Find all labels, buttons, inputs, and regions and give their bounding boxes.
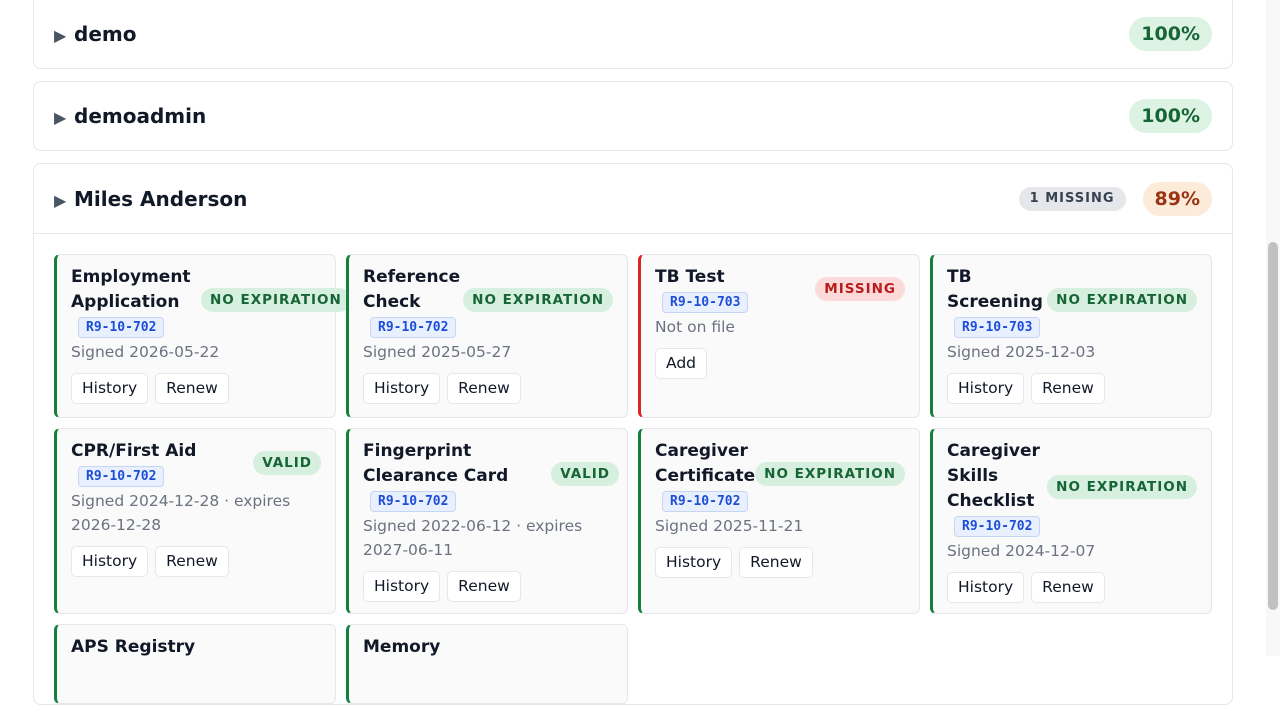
staff-name: demo — [74, 22, 137, 46]
staff-group-demoadmin: ▶ demoadmin 100% — [33, 81, 1233, 151]
staff-name: Miles Anderson — [74, 186, 248, 211]
document-title: TB Screening — [947, 267, 1043, 312]
document-title: TB Test — [655, 267, 725, 287]
add-button[interactable]: Add — [655, 348, 708, 379]
compliance-percent: 89% — [1142, 181, 1212, 216]
document-card-tb-test: TB Test R9-10-703 MISSING Not on file Ad… — [638, 254, 920, 418]
signed-date: Signed 2024-12-28 · expires 2026-12-28 — [71, 492, 291, 534]
document-card-fingerprint-clearance-card: Fingerprint Clearance Card R9-10-702 VAL… — [346, 428, 628, 614]
history-button[interactable]: History — [363, 373, 441, 404]
vertical-scrollbar[interactable] — [1266, 0, 1280, 656]
document-title: Memory — [363, 637, 441, 657]
history-button[interactable]: History — [71, 546, 149, 577]
renew-button[interactable]: Renew — [155, 373, 229, 404]
renew-button[interactable]: Renew — [447, 571, 521, 602]
history-button[interactable]: History — [655, 547, 733, 578]
document-card-caregiver-certificate: Caregiver Certificate R9-10-702 NO EXPIR… — [638, 428, 920, 614]
expand-caret-icon: ▶ — [54, 190, 67, 210]
regulation-code: R9-10-702 — [954, 516, 1041, 537]
regulation-code: R9-10-703 — [662, 292, 749, 313]
document-card-aps-registry: APS Registry — [54, 624, 336, 704]
regulation-code: R9-10-702 — [662, 491, 749, 512]
document-card-employment-application: Employment Application R9-10-702 NO EXPI… — [54, 254, 351, 418]
document-card-reference-check: Reference Check R9-10-702 NO EXPIRATION … — [346, 254, 628, 418]
status-badge: NO EXPIRATION — [463, 288, 613, 312]
regulation-code: R9-10-702 — [370, 317, 457, 338]
renew-button[interactable]: Renew — [739, 547, 813, 578]
status-badge: NO EXPIRATION — [1047, 288, 1197, 312]
status-badge: MISSING — [815, 277, 905, 301]
compliance-list: ▶ demo 100% ▶ demoadmin 100% ▶ Miles And… — [33, 0, 1233, 717]
status-badge: VALID — [253, 451, 321, 475]
compliance-percent: 100% — [1129, 17, 1212, 51]
status-badge: VALID — [551, 462, 619, 486]
document-title: Caregiver Certificate — [655, 441, 756, 486]
staff-name: demoadmin — [74, 104, 207, 128]
status-badge: NO EXPIRATION — [1047, 475, 1197, 499]
signed-date: Signed 2026-05-22 — [71, 343, 220, 361]
renew-button[interactable]: Renew — [447, 373, 521, 404]
history-button[interactable]: History — [947, 572, 1025, 603]
document-title: APS Registry — [71, 637, 196, 657]
staff-group-demo: ▶ demo 100% — [33, 0, 1233, 69]
staff-group-miles-anderson: ▶ Miles Anderson 1 MISSING 89% Employmen… — [33, 163, 1233, 705]
renew-button[interactable]: Renew — [1031, 373, 1105, 404]
expand-caret-icon: ▶ — [54, 26, 67, 45]
expand-caret-icon: ▶ — [54, 108, 67, 127]
regulation-code: R9-10-702 — [78, 317, 165, 338]
document-title: Reference Check — [363, 267, 461, 312]
regulation-code: R9-10-702 — [78, 466, 165, 487]
document-card-tb-screening: TB Screening R9-10-703 NO EXPIRATION Sig… — [930, 254, 1212, 418]
missing-count-badge: 1 MISSING — [1018, 186, 1126, 211]
signed-date: Signed 2025-12-03 — [947, 343, 1096, 361]
document-title: Fingerprint Clearance Card — [363, 441, 509, 486]
renew-button[interactable]: Renew — [155, 546, 229, 577]
signed-date: Signed 2024-12-07 — [947, 542, 1096, 560]
regulation-code: R9-10-703 — [954, 317, 1041, 338]
document-title: Caregiver Skills Checklist — [947, 441, 1040, 511]
document-card-memory: Memory — [346, 624, 628, 704]
signed-date: Signed 2025-11-21 — [655, 517, 804, 535]
status-badge: NO EXPIRATION — [201, 288, 351, 312]
document-grid: Employment Application R9-10-702 NO EXPI… — [54, 254, 1212, 704]
compliance-percent: 100% — [1129, 99, 1212, 133]
document-title: Employment Application — [71, 267, 191, 312]
regulation-code: R9-10-702 — [370, 491, 457, 512]
document-card-caregiver-skills-checklist: Caregiver Skills Checklist R9-10-702 NO … — [930, 428, 1212, 614]
scrollbar-thumb[interactable] — [1268, 242, 1278, 610]
document-card-cpr-first-aid: CPR/First Aid R9-10-702 VALID Signed 202… — [54, 428, 336, 614]
signed-date: Signed 2025-05-27 — [363, 343, 512, 361]
status-badge: NO EXPIRATION — [755, 462, 905, 486]
history-button[interactable]: History — [71, 373, 149, 404]
history-button[interactable]: History — [363, 571, 441, 602]
history-button[interactable]: History — [947, 373, 1025, 404]
not-on-file-text: Not on file — [655, 318, 735, 336]
renew-button[interactable]: Renew — [1031, 572, 1105, 603]
document-grid-container: Employment Application R9-10-702 NO EXPI… — [34, 233, 1232, 704]
signed-date: Signed 2022-06-12 · expires 2027-06-11 — [363, 517, 583, 559]
staff-group-header[interactable]: ▶ demo 100% — [34, 0, 1232, 68]
document-title: CPR/First Aid — [71, 441, 197, 461]
staff-group-header[interactable]: ▶ Miles Anderson 1 MISSING 89% — [34, 164, 1232, 233]
staff-group-header[interactable]: ▶ demoadmin 100% — [34, 82, 1232, 150]
